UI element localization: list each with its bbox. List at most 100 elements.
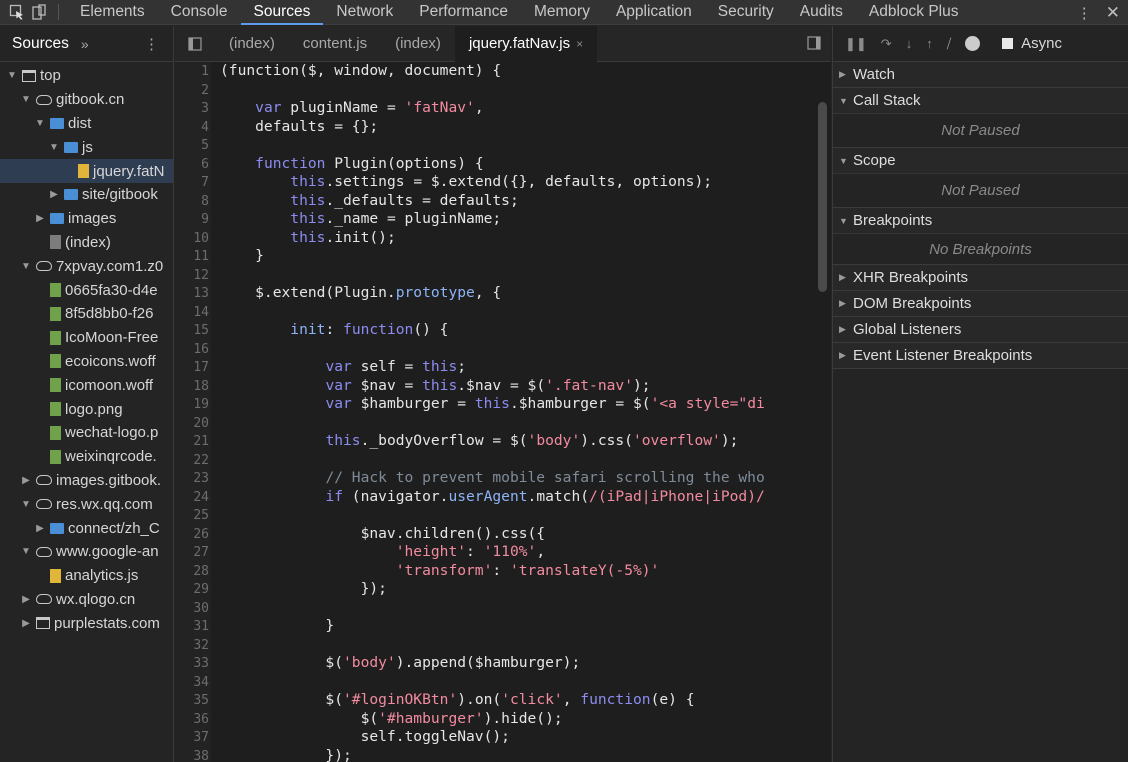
section-header[interactable]: ▶ Event Listener Breakpoints bbox=[833, 343, 1128, 368]
line-number[interactable]: 38 bbox=[175, 748, 209, 762]
line-number[interactable]: 5 bbox=[175, 137, 209, 156]
line-number[interactable]: 2 bbox=[175, 82, 209, 101]
tree-item[interactable]: ▶ site/gitbook bbox=[0, 183, 173, 207]
line-number[interactable]: 9 bbox=[175, 211, 209, 230]
tab-sources[interactable]: Sources bbox=[12, 35, 69, 53]
line-number[interactable]: 4 bbox=[175, 119, 209, 138]
expanded-arrow-icon[interactable]: ▼ bbox=[20, 94, 32, 105]
collapsed-arrow-icon[interactable]: ▶ bbox=[20, 618, 32, 629]
line-number[interactable]: 36 bbox=[175, 711, 209, 730]
tree-item[interactable]: ▼ www.google-an bbox=[0, 540, 173, 564]
collapsed-arrow-icon[interactable]: ▶ bbox=[34, 523, 46, 534]
tree-item[interactable]: ▼ js bbox=[0, 135, 173, 159]
code-area[interactable]: 1 (function($, window, document) {2 3 var … bbox=[175, 62, 831, 762]
collapsed-arrow-icon[interactable]: ▶ bbox=[839, 272, 853, 283]
expanded-arrow-icon[interactable]: ▼ bbox=[6, 70, 18, 81]
collapsed-arrow-icon[interactable]: ▶ bbox=[839, 69, 853, 80]
editor-tab[interactable]: jquery.fatNav.js × bbox=[454, 25, 598, 62]
tree-item[interactable]: ▼ gitbook.cn bbox=[0, 88, 173, 112]
section-header[interactable]: ▼ Breakpoints bbox=[833, 208, 1128, 233]
expanded-arrow-icon[interactable]: ▼ bbox=[34, 118, 46, 129]
expanded-arrow-icon[interactable]: ▼ bbox=[20, 261, 32, 272]
line-number[interactable]: 16 bbox=[175, 341, 209, 360]
section-header[interactable]: ▶ Global Listeners bbox=[833, 317, 1128, 342]
line-number[interactable]: 8 bbox=[175, 193, 209, 212]
line-number[interactable]: 14 bbox=[175, 304, 209, 323]
expanded-arrow-icon[interactable]: ▼ bbox=[20, 546, 32, 557]
inspect-element-icon[interactable] bbox=[6, 1, 28, 23]
pause-on-exceptions-icon[interactable] bbox=[965, 36, 981, 51]
line-number[interactable]: 17 bbox=[175, 359, 209, 378]
toggle-debugger-icon[interactable] bbox=[807, 36, 821, 54]
editor-tab[interactable]: (index) bbox=[215, 26, 289, 62]
navigator-menu-icon[interactable]: ⋮ bbox=[144, 35, 159, 53]
line-number[interactable]: 20 bbox=[175, 415, 209, 434]
step-out-icon[interactable]: ↑ bbox=[926, 36, 933, 51]
expanded-arrow-icon[interactable]: ▼ bbox=[839, 216, 853, 226]
tree-item[interactable]: weixinqrcode. bbox=[0, 445, 173, 469]
section-header[interactable]: ▶ Watch bbox=[833, 62, 1128, 87]
step-over-icon[interactable]: ↷ bbox=[881, 36, 892, 52]
collapsed-arrow-icon[interactable]: ▶ bbox=[48, 189, 60, 200]
line-number[interactable]: 26 bbox=[175, 526, 209, 545]
editor-tab[interactable]: (index) bbox=[381, 26, 455, 62]
line-number[interactable]: 13 bbox=[175, 285, 209, 304]
tree-item[interactable]: ▶ connect/zh_C bbox=[0, 516, 173, 540]
pause-icon[interactable]: ❚❚ bbox=[845, 36, 867, 52]
more-tabs-button[interactable]: » bbox=[81, 36, 89, 52]
line-number[interactable]: 31 bbox=[175, 618, 209, 637]
tab-adblock-plus[interactable]: Adblock Plus bbox=[856, 0, 972, 25]
tree-item[interactable]: ▼ dist bbox=[0, 112, 173, 136]
expanded-arrow-icon[interactable]: ▼ bbox=[20, 499, 32, 510]
tree-item[interactable]: 8f5d8bb0-f26 bbox=[0, 302, 173, 326]
deactivate-breakpoints-icon[interactable]: ⧸ bbox=[947, 36, 951, 52]
collapsed-arrow-icon[interactable]: ▶ bbox=[839, 350, 853, 361]
collapsed-arrow-icon[interactable]: ▶ bbox=[20, 475, 32, 486]
line-number[interactable]: 1 bbox=[175, 63, 209, 82]
line-number[interactable]: 18 bbox=[175, 378, 209, 397]
line-number[interactable]: 24 bbox=[175, 489, 209, 508]
tree-item[interactable]: icomoon.woff bbox=[0, 373, 173, 397]
collapsed-arrow-icon[interactable]: ▶ bbox=[839, 324, 853, 335]
tab-console[interactable]: Console bbox=[158, 0, 241, 25]
collapsed-arrow-icon[interactable]: ▶ bbox=[34, 213, 46, 224]
line-number[interactable]: 21 bbox=[175, 433, 209, 452]
line-number[interactable]: 35 bbox=[175, 692, 209, 711]
section-header[interactable]: ▼ Scope bbox=[833, 148, 1128, 173]
line-number[interactable]: 7 bbox=[175, 174, 209, 193]
tab-elements[interactable]: Elements bbox=[67, 0, 158, 25]
close-tab-icon[interactable]: × bbox=[576, 37, 583, 51]
expanded-arrow-icon[interactable]: ▼ bbox=[839, 156, 853, 166]
line-number[interactable]: 11 bbox=[175, 248, 209, 267]
tree-item[interactable]: ▶ purplestats.com bbox=[0, 611, 173, 635]
tree-item[interactable]: ▼ top bbox=[0, 64, 173, 88]
close-icon[interactable]: ✕ bbox=[1106, 3, 1120, 23]
tab-network[interactable]: Network bbox=[323, 0, 406, 25]
section-header[interactable]: ▶ XHR Breakpoints bbox=[833, 265, 1128, 290]
customize-menu-icon[interactable]: ⋮ bbox=[1077, 4, 1092, 22]
tree-item[interactable]: ▼ res.wx.qq.com bbox=[0, 492, 173, 516]
collapsed-arrow-icon[interactable]: ▶ bbox=[839, 298, 853, 309]
line-number[interactable]: 34 bbox=[175, 674, 209, 693]
tab-security[interactable]: Security bbox=[705, 0, 787, 25]
line-number[interactable]: 37 bbox=[175, 729, 209, 748]
tree-item[interactable]: (index) bbox=[0, 231, 173, 255]
expanded-arrow-icon[interactable]: ▼ bbox=[48, 142, 60, 153]
line-number[interactable]: 19 bbox=[175, 396, 209, 415]
line-number[interactable]: 30 bbox=[175, 600, 209, 619]
async-checkbox[interactable] bbox=[1002, 38, 1014, 49]
line-number[interactable]: 12 bbox=[175, 267, 209, 286]
line-number[interactable]: 32 bbox=[175, 637, 209, 656]
tab-performance[interactable]: Performance bbox=[406, 0, 521, 25]
tree-item[interactable]: ▶ wx.qlogo.cn bbox=[0, 588, 173, 612]
tree-item[interactable]: ▶ images bbox=[0, 207, 173, 231]
line-number[interactable]: 22 bbox=[175, 452, 209, 471]
tab-memory[interactable]: Memory bbox=[521, 0, 603, 25]
tab-application[interactable]: Application bbox=[603, 0, 705, 25]
line-number[interactable]: 15 bbox=[175, 322, 209, 341]
line-number[interactable]: 6 bbox=[175, 156, 209, 175]
tree-item[interactable]: ▶ images.gitbook. bbox=[0, 469, 173, 493]
tree-item[interactable]: wechat-logo.p bbox=[0, 421, 173, 445]
line-number[interactable]: 28 bbox=[175, 563, 209, 582]
line-number[interactable]: 23 bbox=[175, 470, 209, 489]
